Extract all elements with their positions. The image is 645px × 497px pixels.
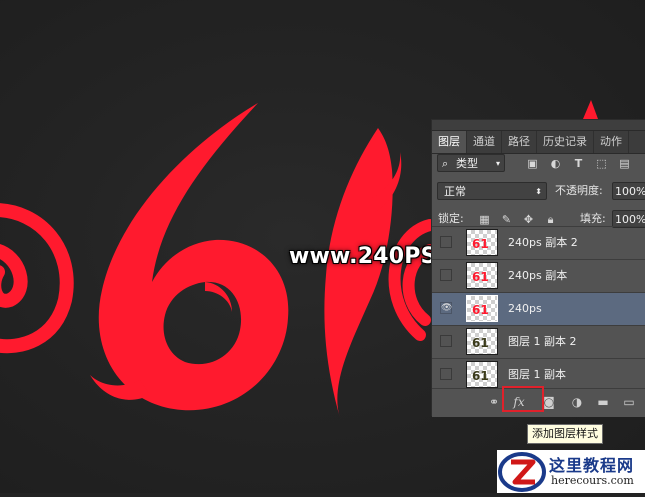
layer-filter-select[interactable]: ⌕ 类型 ▾ bbox=[437, 154, 505, 172]
adjustment-filter-icon[interactable]: ◐ bbox=[549, 157, 562, 170]
add-layer-style-tooltip: 添加图层样式 bbox=[527, 424, 603, 444]
layer-name: 240ps bbox=[508, 302, 542, 315]
link-layers-icon[interactable]: ⚭ bbox=[487, 395, 501, 409]
tab-paths[interactable]: 路径 bbox=[502, 131, 537, 153]
layers-panel: 图层 通道 路径 历史记录 动作 ⌕ 类型 ▾ ▣ ◐ T ⬚ ▤ 正常 ⬍ 不… bbox=[431, 119, 645, 417]
tab-history[interactable]: 历史记录 bbox=[537, 131, 594, 153]
site-logo: 这里教程网 herecours.com bbox=[497, 450, 645, 493]
layer-row-selected[interactable]: 👁︎ 61 240ps bbox=[432, 292, 645, 325]
logo-english-text: herecours.com bbox=[551, 474, 634, 487]
add-mask-icon[interactable]: ◙ bbox=[542, 395, 556, 409]
logo-chinese-text: 这里教程网 bbox=[549, 456, 635, 475]
layer-thumbnail: 61 bbox=[466, 262, 498, 289]
svg-text:61: 61 bbox=[472, 237, 489, 251]
opacity-input[interactable]: 100% bbox=[612, 182, 645, 200]
layer-row[interactable]: 61 图层 1 副本 bbox=[432, 358, 645, 388]
layer-name: 240ps 副本 bbox=[508, 269, 568, 282]
layer-thumbnail: 61 bbox=[466, 361, 498, 388]
layer-name: 图层 1 副本 2 bbox=[508, 335, 577, 348]
lock-position-move-icon[interactable]: ✥ bbox=[522, 213, 535, 226]
svg-text:61: 61 bbox=[472, 270, 489, 284]
panel-header-bar[interactable] bbox=[432, 120, 645, 131]
opacity-value: 100% bbox=[615, 185, 645, 198]
image-filter-icon[interactable]: ▣ bbox=[526, 157, 539, 170]
blend-mode-value: 正常 bbox=[444, 185, 466, 198]
eye-icon[interactable]: 👁︎ bbox=[440, 302, 452, 314]
blend-mode-select[interactable]: 正常 ⬍ bbox=[437, 182, 547, 200]
visibility-toggle[interactable] bbox=[440, 269, 452, 281]
visibility-toggle[interactable] bbox=[440, 335, 452, 347]
layer-list: 61 240ps 副本 2 61 240ps 副本 👁︎ 61 240ps 61… bbox=[432, 226, 645, 388]
layer-name: 240ps 副本 2 bbox=[508, 236, 578, 249]
text-filter-icon[interactable]: T bbox=[572, 157, 585, 170]
visibility-toggle[interactable] bbox=[440, 368, 452, 380]
lock-pixels-brush-icon[interactable]: ✎ bbox=[500, 213, 513, 226]
z-logo-icon bbox=[498, 452, 546, 492]
svg-text:61: 61 bbox=[472, 303, 489, 317]
fx-button-highlight bbox=[502, 386, 544, 412]
svg-text:61: 61 bbox=[472, 336, 489, 350]
tab-channels[interactable]: 通道 bbox=[467, 131, 502, 153]
panel-tab-bar: 图层 通道 路径 历史记录 动作 bbox=[432, 131, 645, 154]
search-icon: ⌕ bbox=[442, 157, 449, 170]
layer-name: 图层 1 副本 bbox=[508, 368, 566, 381]
chevron-down-icon: ▾ bbox=[495, 159, 500, 168]
visibility-toggle[interactable] bbox=[440, 236, 452, 248]
lock-all-icon[interactable]: 🔒︎ bbox=[544, 213, 557, 226]
lock-transparent-icon[interactable]: ▦ bbox=[478, 213, 491, 226]
layer-row[interactable]: 61 图层 1 副本 2 bbox=[432, 325, 645, 358]
layer-thumbnail: 61 bbox=[466, 328, 498, 355]
tab-actions[interactable]: 动作 bbox=[594, 131, 629, 153]
new-adjustment-layer-icon[interactable]: ◑ bbox=[570, 395, 584, 409]
opacity-label: 不透明度: bbox=[555, 184, 603, 197]
filter-kind-label: 类型 bbox=[456, 157, 478, 170]
chevron-updown-icon: ⬍ bbox=[535, 187, 542, 196]
shape-filter-icon[interactable]: ⬚ bbox=[595, 157, 608, 170]
layer-thumbnail: 61 bbox=[466, 229, 498, 256]
svg-text:61: 61 bbox=[472, 369, 489, 383]
smart-object-filter-icon[interactable]: ▤ bbox=[618, 157, 631, 170]
layer-row[interactable]: 61 240ps 副本 bbox=[432, 259, 645, 292]
new-group-folder-icon[interactable]: ▬ bbox=[596, 395, 610, 409]
layer-row[interactable]: 61 240ps 副本 2 bbox=[432, 226, 645, 259]
new-layer-icon[interactable]: ▭ bbox=[622, 395, 636, 409]
layer-thumbnail: 61 bbox=[466, 295, 498, 322]
tab-layers[interactable]: 图层 bbox=[432, 131, 467, 153]
